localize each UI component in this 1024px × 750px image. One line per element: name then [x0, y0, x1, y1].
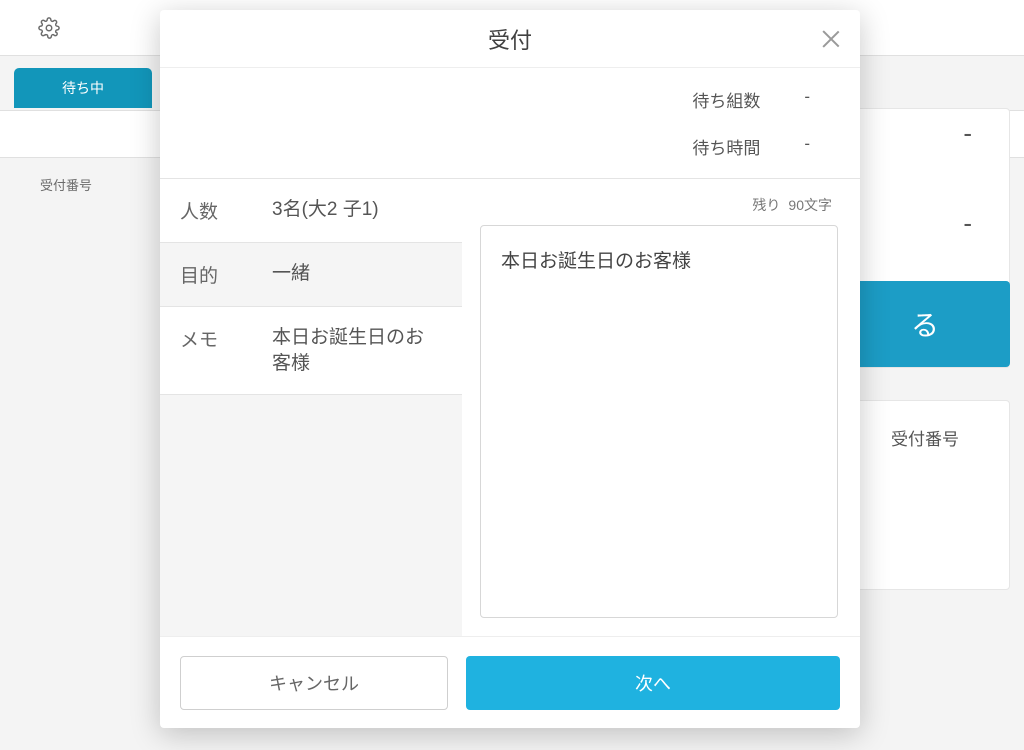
- summary-column: 人数 3名(大2 子1) 目的 一緒 メモ 本日お誕生日のお客様: [160, 179, 462, 636]
- next-button[interactable]: 次へ: [466, 656, 840, 710]
- wait-groups-label: 待ち組数: [692, 87, 760, 112]
- close-icon[interactable]: [820, 28, 842, 50]
- tab-waiting[interactable]: 待ち中: [14, 68, 152, 108]
- field-purpose-label: 目的: [180, 261, 272, 288]
- field-count-label: 人数: [180, 197, 272, 224]
- wait-groups-value: -: [804, 87, 810, 112]
- bg-right-action-button[interactable]: る: [840, 281, 1010, 367]
- field-count-value: 3名(大2 子1): [272, 197, 442, 224]
- modal-footer: キャンセル 次へ: [160, 636, 860, 728]
- cancel-button[interactable]: キャンセル: [180, 656, 448, 710]
- reception-modal: 受付 待ち組数 - 待ち時間 - 人数 3名(大2 子1) 目的 一緒 メモ 本…: [160, 10, 860, 728]
- char-remaining: 残り 90文字: [480, 191, 838, 225]
- info-wait-groups: 待ち組数 -: [692, 87, 810, 112]
- field-memo-label: メモ: [180, 325, 272, 376]
- field-memo[interactable]: メモ 本日お誕生日のお客様: [160, 307, 462, 395]
- field-purpose[interactable]: 目的 一緒: [160, 243, 462, 307]
- modal-body: 人数 3名(大2 子1) 目的 一緒 メモ 本日お誕生日のお客様 残り 90文字: [160, 178, 860, 636]
- field-purpose-value: 一緒: [272, 261, 442, 288]
- gear-icon[interactable]: [38, 17, 60, 39]
- char-remaining-label: 残り: [752, 197, 780, 213]
- char-remaining-count: 90文字: [788, 197, 832, 213]
- field-memo-value: 本日お誕生日のお客様: [272, 325, 442, 376]
- memo-column: 残り 90文字: [462, 179, 860, 636]
- bg-col-receipt-no: 受付番号: [40, 175, 92, 194]
- modal-info: 待ち組数 - 待ち時間 -: [160, 68, 860, 178]
- bg-right-value-2: -: [963, 208, 972, 239]
- wait-time-value: -: [804, 134, 810, 159]
- bg-right-receipt-label: 受付番号: [891, 430, 959, 449]
- bg-right-value-1: -: [963, 118, 972, 149]
- info-wait-time: 待ち時間 -: [692, 134, 810, 159]
- field-count[interactable]: 人数 3名(大2 子1): [160, 179, 462, 243]
- modal-title: 受付: [488, 23, 532, 55]
- bg-right-receipt-card: 受付番号: [840, 400, 1010, 590]
- modal-header: 受付: [160, 10, 860, 68]
- wait-time-label: 待ち時間: [692, 134, 760, 159]
- memo-textarea[interactable]: [480, 225, 838, 618]
